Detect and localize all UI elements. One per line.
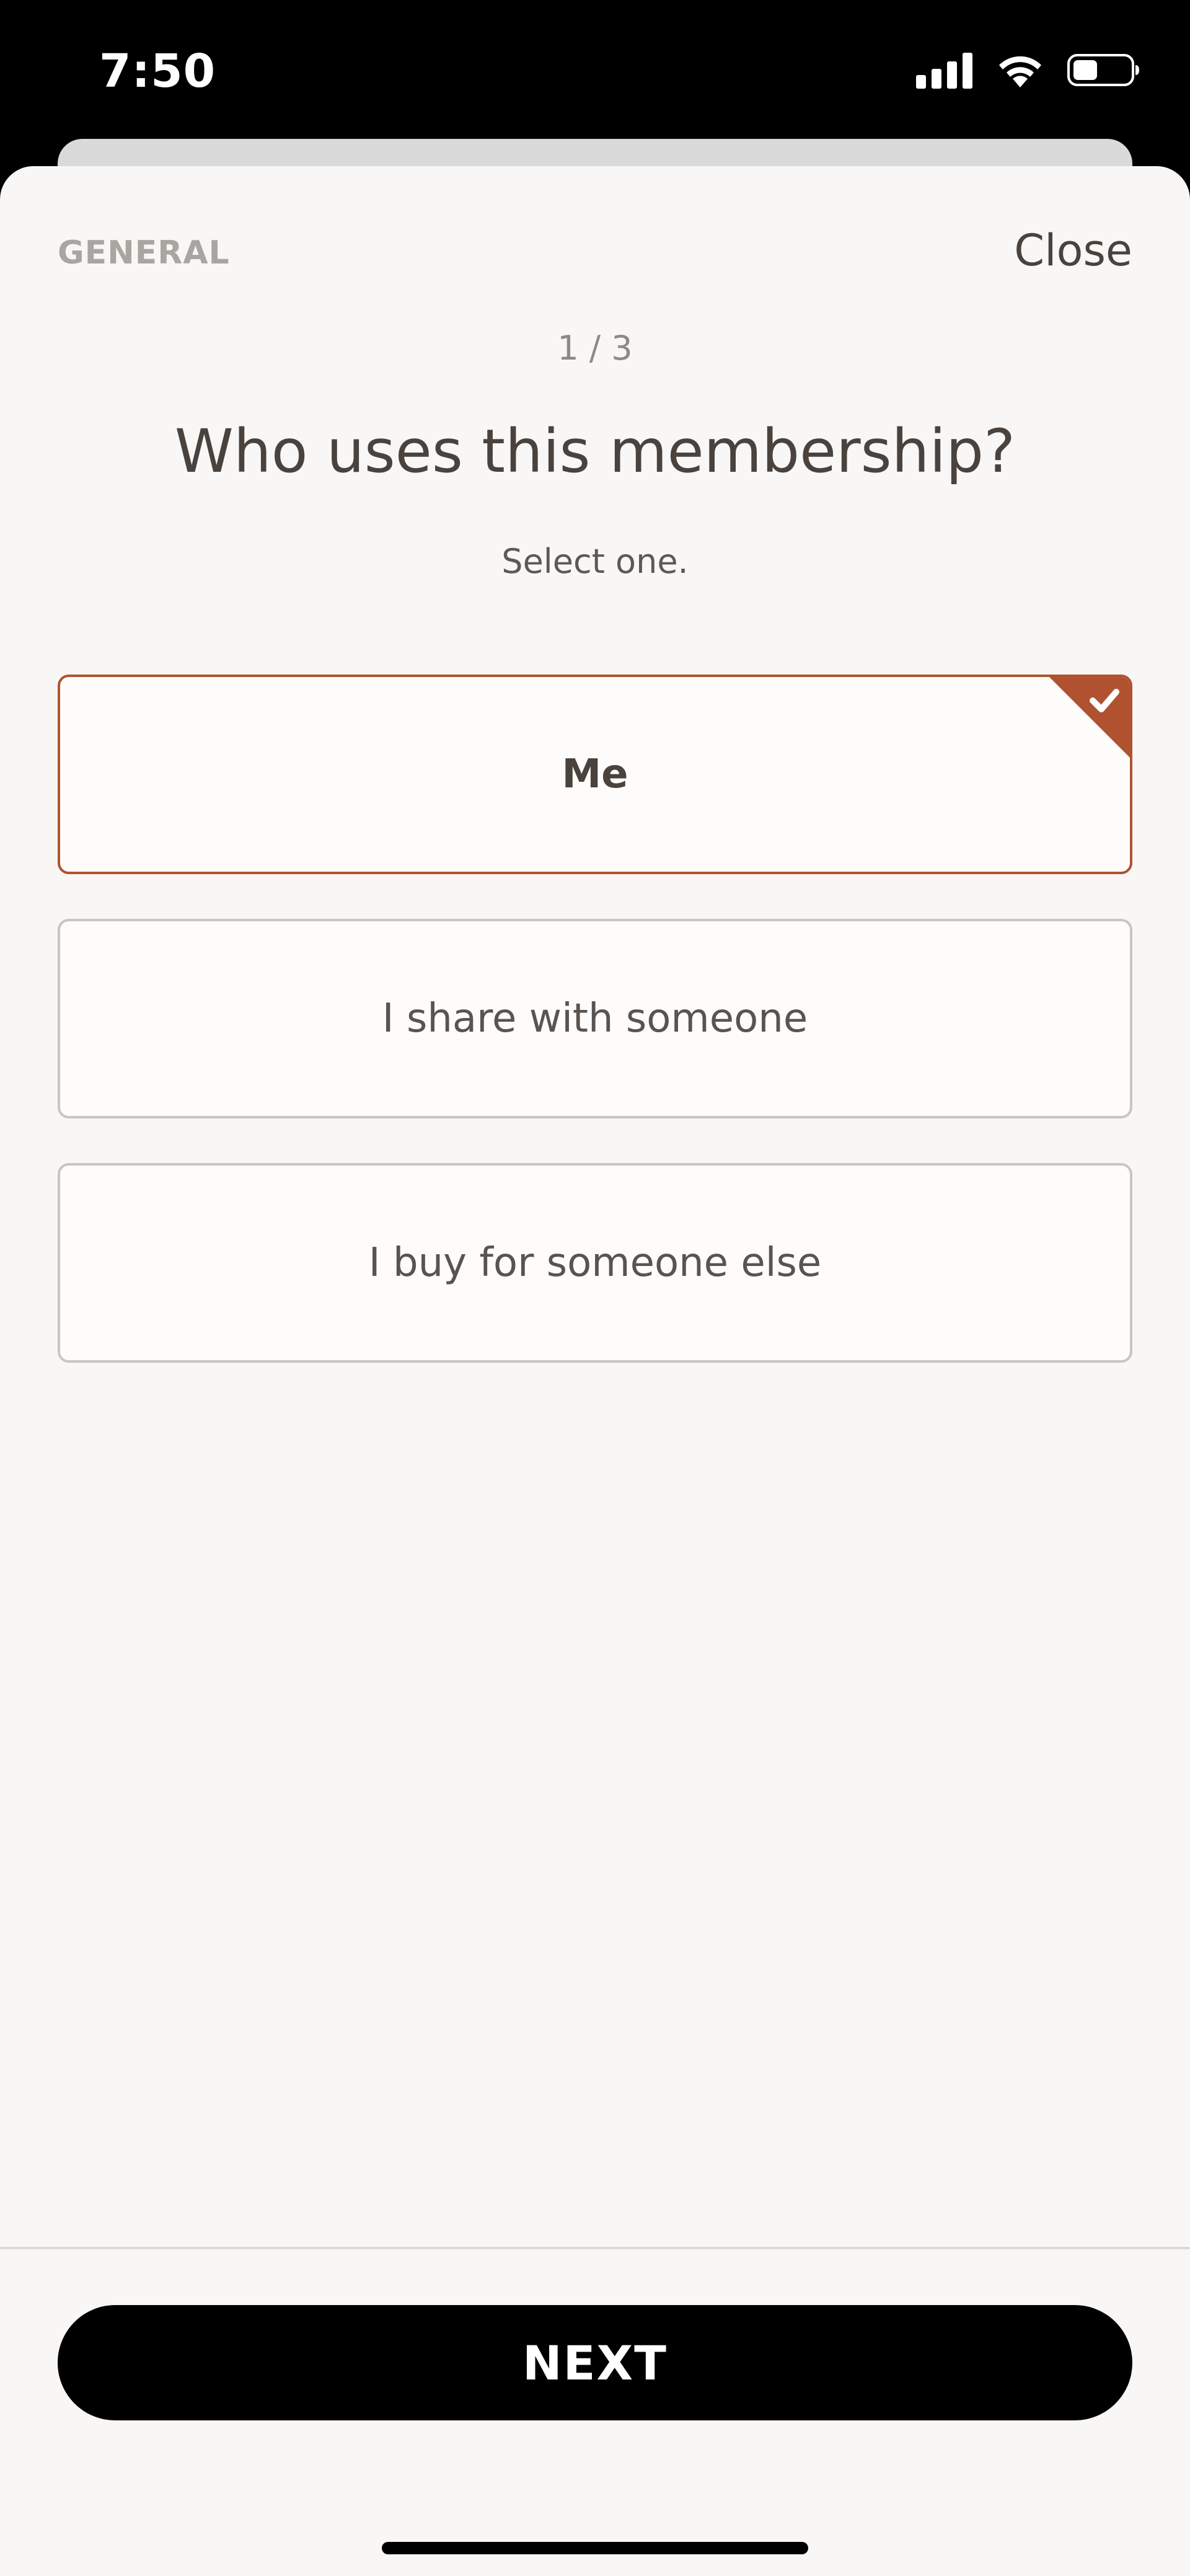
battery-icon [1067, 51, 1140, 91]
status-bar: 7:50 [0, 0, 1190, 143]
option-buy-for-someone-else[interactable]: I buy for someone else [58, 1163, 1132, 1363]
question-title: Who uses this membership? [174, 417, 1016, 486]
screen: 7:50 GENERAL Close 1 / 3 Who uses this m… [0, 0, 1190, 2576]
instruction-text: Select one. [501, 542, 689, 581]
option-share-with-someone[interactable]: I share with someone [58, 919, 1132, 1118]
option-label: Me [562, 751, 628, 797]
next-button[interactable]: NEXT [58, 2305, 1132, 2420]
option-me[interactable]: Me [58, 675, 1132, 874]
options-list: Me I share with someone I buy for someon… [58, 675, 1132, 1407]
section-label: GENERAL [58, 234, 230, 272]
close-button[interactable]: Close [1014, 226, 1132, 275]
home-indicator [382, 2542, 808, 2554]
status-time: 7:50 [99, 45, 216, 98]
status-icons [916, 50, 1140, 93]
checkmark-icon [1049, 677, 1130, 758]
cellular-signal-icon [916, 51, 973, 91]
footer-divider [0, 2247, 1190, 2249]
option-label: I share with someone [382, 996, 808, 1042]
wifi-icon [995, 51, 1045, 91]
option-label: I buy for someone else [368, 1240, 822, 1286]
question-sheet: GENERAL Close 1 / 3 Who uses this member… [0, 166, 1190, 2576]
step-counter: 1 / 3 [557, 329, 633, 368]
sheet-header: GENERAL Close [0, 166, 1190, 296]
